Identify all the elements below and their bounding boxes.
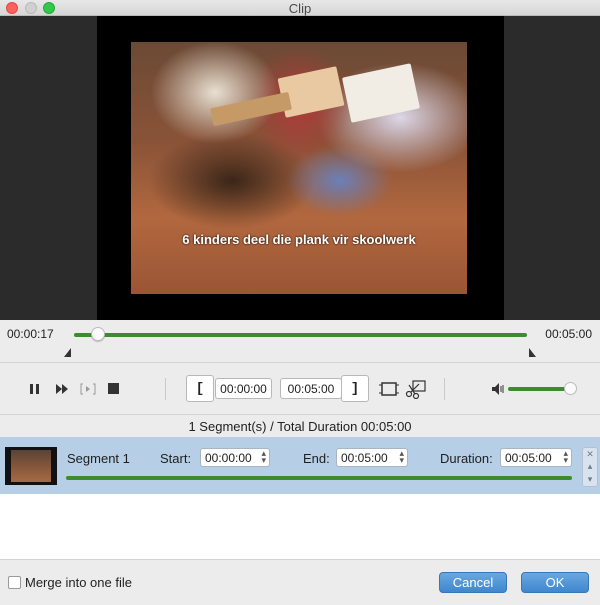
split-button[interactable] — [379, 380, 399, 398]
segment-start-stepper[interactable]: 00:00:00 ▴ ▾ — [200, 448, 270, 467]
fast-forward-icon — [56, 384, 68, 394]
step-frame-button[interactable] — [80, 381, 96, 397]
segment-row[interactable]: Segment 1 Start: 00:00:00 ▴ ▾ End: 00:05:… — [0, 437, 600, 494]
segment-thumbnail — [5, 447, 57, 485]
segment-bar — [66, 476, 572, 480]
volume-knob[interactable] — [564, 382, 577, 395]
title-bar: Clip — [0, 0, 600, 16]
video-image: 6 kinders deel die plank vir skoolwerk — [131, 42, 467, 294]
divider — [0, 559, 600, 560]
segment-summary: 1 Segment(s) / Total Duration 00:05:00 — [188, 419, 412, 434]
current-time: 00:00:17 — [7, 327, 54, 341]
stop-button[interactable] — [108, 383, 119, 394]
set-end-button[interactable]: ] — [341, 375, 369, 402]
timeline-track[interactable] — [74, 333, 527, 337]
segment-list: Segment 1 Start: 00:00:00 ▴ ▾ End: 00:05:… — [0, 437, 600, 559]
segment-name: Segment 1 — [67, 451, 130, 466]
video-detail — [210, 91, 292, 127]
clip-end-marker[interactable] — [529, 348, 536, 357]
end-label: End: — [303, 451, 330, 466]
divider — [0, 414, 600, 415]
merge-label: Merge into one file — [25, 575, 132, 590]
stepper-arrows-icon[interactable]: ▴ ▾ — [261, 449, 266, 465]
thumbnail-image — [11, 450, 51, 482]
ok-button[interactable]: OK — [521, 572, 589, 593]
end-time-field[interactable]: 00:05:00 — [280, 378, 342, 399]
step-frame-icon — [80, 383, 96, 395]
speaker-icon — [492, 383, 504, 395]
window-title: Clip — [288, 1, 312, 16]
video-preview-area: 6 kinders deel die plank vir skoolwerk — [0, 16, 600, 320]
delete-segment-icon[interactable]: ✕ — [586, 449, 594, 460]
cut-button[interactable] — [405, 379, 427, 399]
start-time-field[interactable]: 00:00:00 — [215, 378, 272, 399]
stepper-arrows-icon[interactable]: ▴ ▾ — [399, 449, 404, 465]
segment-duration-stepper[interactable]: 00:05:00 ▴ ▾ — [500, 448, 572, 467]
video-frame: 6 kinders deel die plank vir skoolwerk — [97, 16, 504, 320]
total-time: 00:05:00 — [545, 327, 592, 341]
pause-icon — [30, 384, 39, 394]
duration-label: Duration: — [440, 451, 493, 466]
volume-slider[interactable] — [508, 387, 570, 391]
cancel-button[interactable]: Cancel — [439, 572, 507, 593]
segment-end-stepper[interactable]: 00:05:00 ▴ ▾ — [336, 448, 408, 467]
segment-side-controls: ✕ ▴ ▾ — [582, 447, 598, 487]
volume-button[interactable] — [491, 381, 507, 397]
stepper-arrows-icon[interactable]: ▴ ▾ — [563, 449, 568, 465]
set-start-button[interactable]: [ — [186, 375, 214, 402]
segment-end-value: 00:05:00 — [341, 450, 388, 465]
merge-checkbox[interactable] — [8, 576, 21, 589]
divider — [444, 378, 445, 400]
clip-start-marker[interactable] — [64, 348, 71, 357]
divider — [0, 362, 600, 363]
pause-button[interactable] — [28, 382, 42, 396]
segment-duration-value: 00:05:00 — [505, 450, 552, 465]
divider — [165, 378, 166, 400]
timeline-playhead[interactable] — [91, 327, 105, 341]
move-up-icon[interactable]: ▴ — [588, 461, 593, 472]
clip-window: Clip 6 kinders deel die plank vir skoolw… — [0, 0, 600, 605]
video-subtitle: 6 kinders deel die plank vir skoolwerk — [182, 232, 416, 247]
start-label: Start: — [160, 451, 192, 466]
move-down-icon[interactable]: ▾ — [588, 474, 593, 485]
scissors-icon — [405, 380, 426, 399]
segment-start-value: 00:00:00 — [205, 450, 252, 465]
fast-forward-button[interactable] — [55, 382, 69, 396]
film-split-icon — [379, 382, 399, 396]
video-detail — [341, 63, 421, 123]
